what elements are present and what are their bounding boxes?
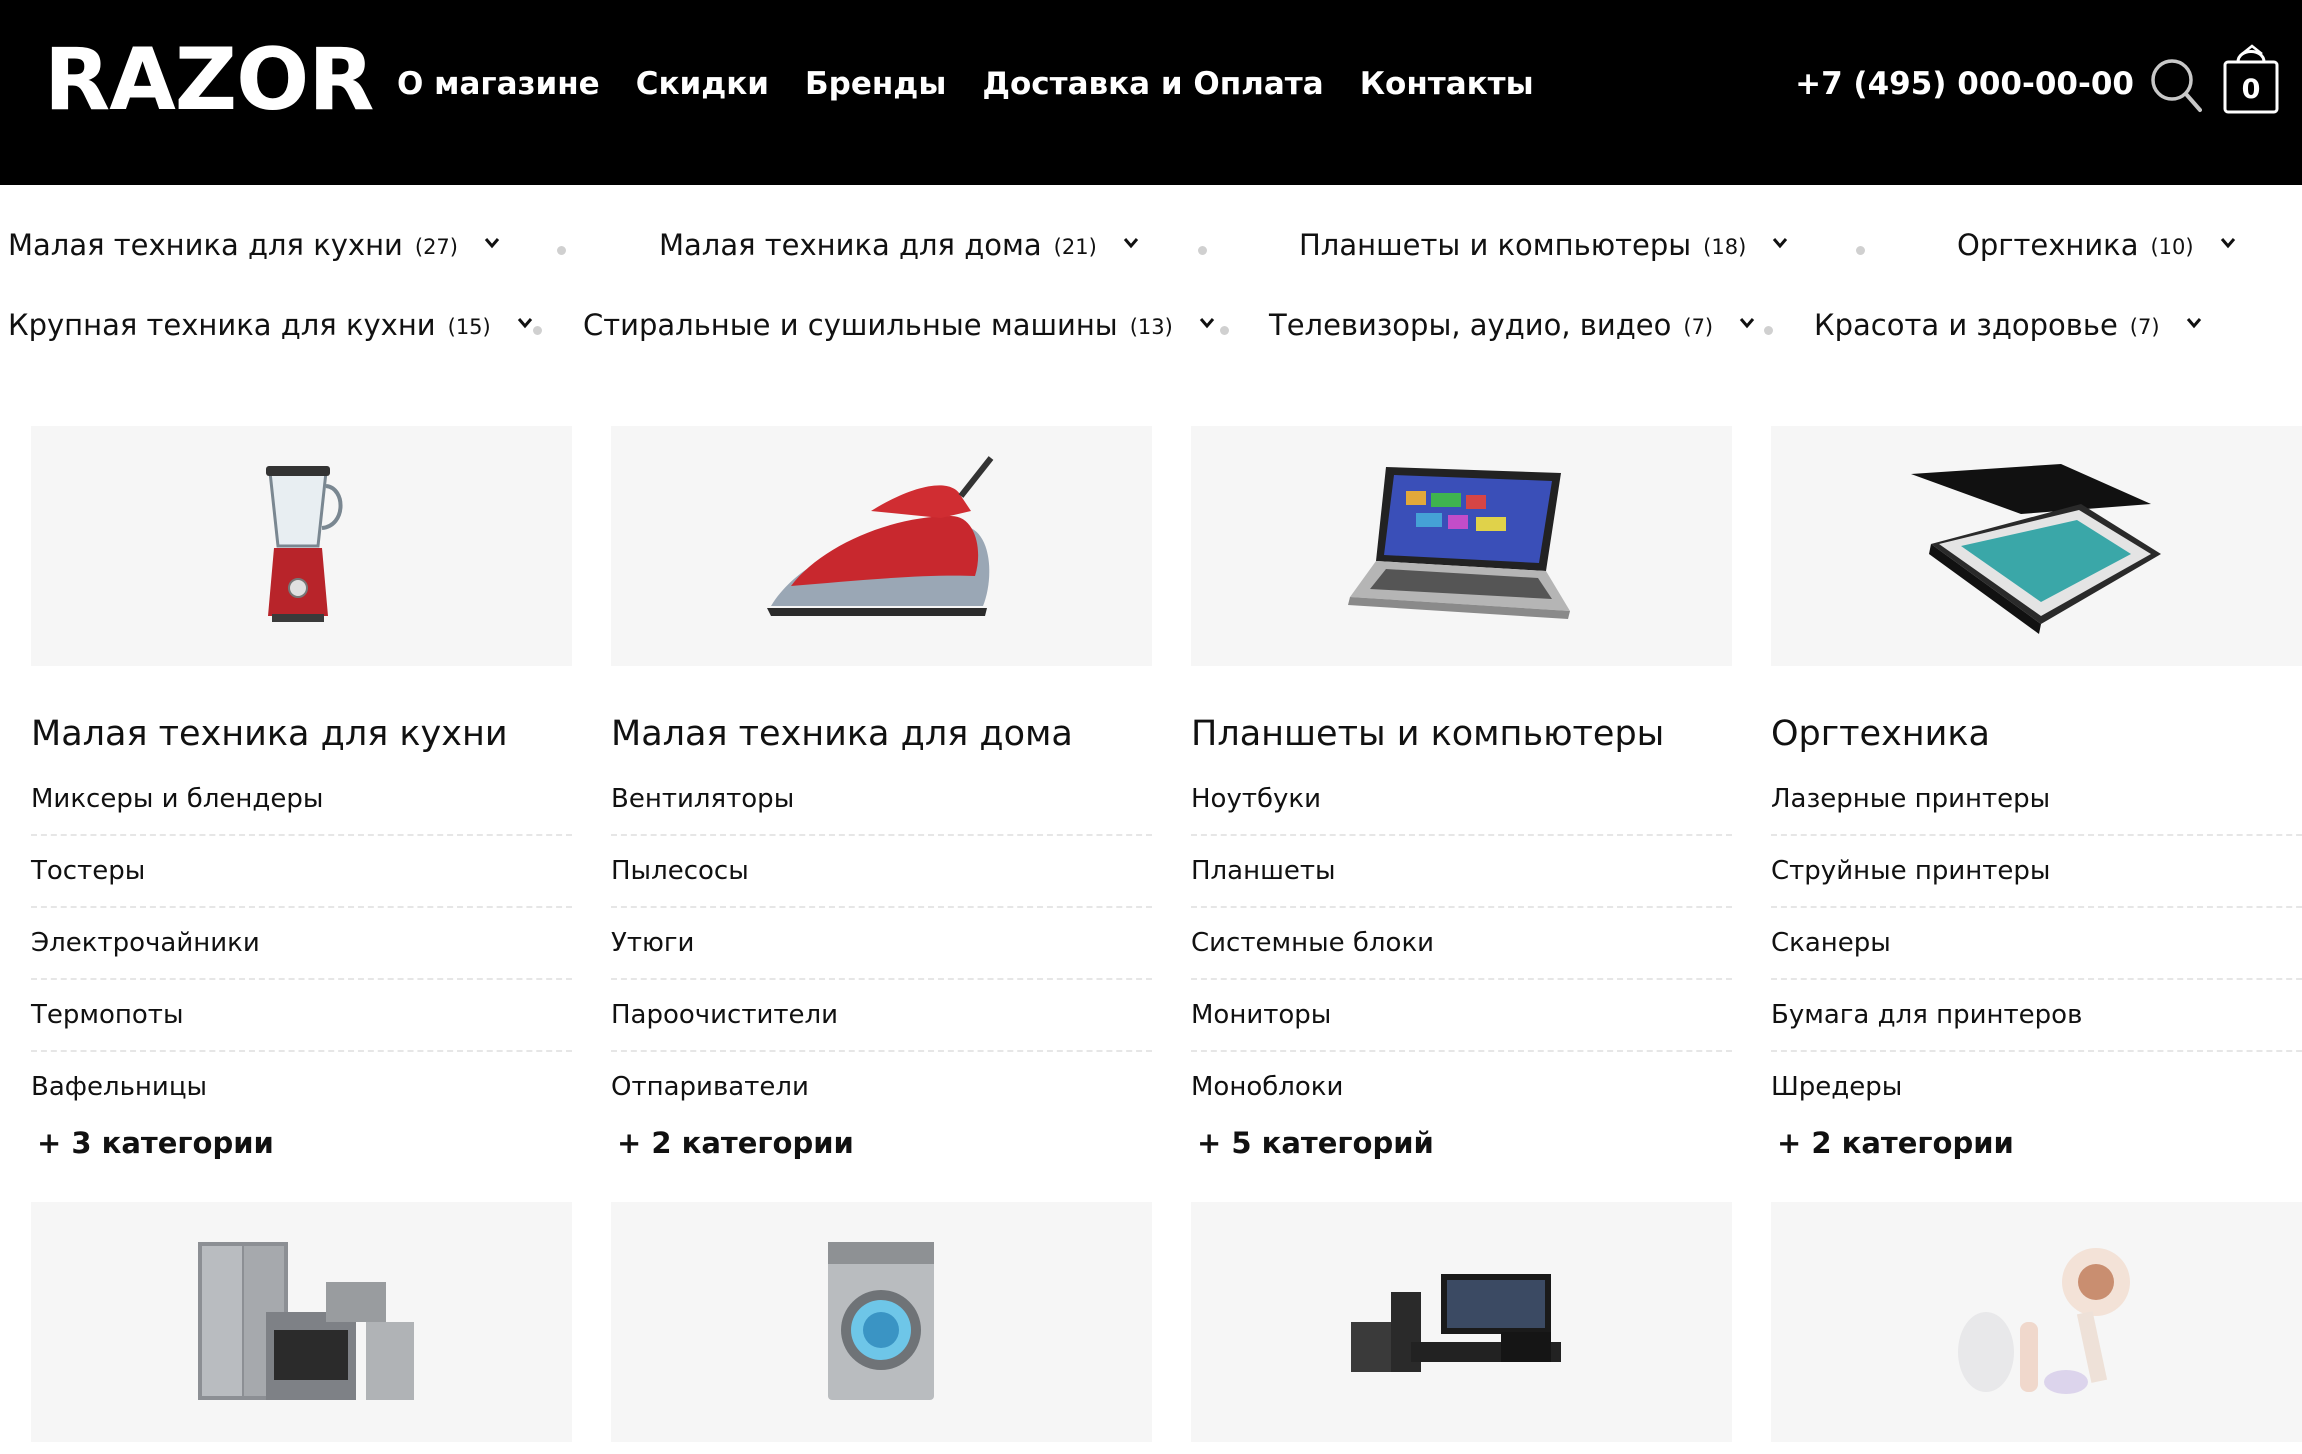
filter-count: (21) (1053, 235, 1097, 259)
nav-contacts[interactable]: Контакты (1360, 66, 1534, 102)
filter-label: Малая техника для дома (659, 228, 1042, 262)
subcategory-link[interactable]: Термопоты (31, 980, 572, 1052)
separator-dot (557, 246, 566, 255)
nav-about[interactable]: О магазине (397, 66, 600, 102)
subcategory-link[interactable]: Тостеры (31, 836, 572, 908)
category-image[interactable] (31, 1202, 572, 1442)
category-image[interactable] (1771, 426, 2302, 666)
separator-dot (1220, 326, 1229, 335)
subcategory-link[interactable]: Пылесосы (611, 836, 1152, 908)
chevron-down-icon (484, 235, 500, 251)
subcategory-link[interactable]: Мониторы (1191, 980, 1732, 1052)
more-categories-link[interactable]: + 2 категории (1777, 1126, 2014, 1160)
subcategory-link[interactable]: Вентиляторы (611, 764, 1152, 836)
subcategory-link[interactable]: Ноутбуки (1191, 764, 1732, 836)
category-image[interactable] (611, 426, 1152, 666)
filter-count: (18) (1703, 235, 1747, 259)
separator-dot (1856, 246, 1865, 255)
category-title[interactable]: Малая техника для кухни (31, 714, 508, 754)
site-header: RAZOR О магазине Скидки Бренды Доставка … (0, 0, 2302, 185)
filter-label: Оргтехника (1957, 228, 2139, 262)
filter-beauty-health[interactable]: Красота и здоровье (7) (1814, 308, 2202, 342)
subcategory-link[interactable]: Планшеты (1191, 836, 1732, 908)
category-image[interactable] (1191, 1202, 1732, 1442)
subcategory-link[interactable]: Отпариватели (611, 1052, 1152, 1122)
cart-count: 0 (2241, 74, 2261, 105)
chevron-down-icon (517, 315, 533, 331)
scanner-icon (1911, 464, 2161, 634)
subcategory-link[interactable]: Миксеры и блендеры (31, 764, 572, 836)
filter-label: Малая техника для кухни (8, 228, 403, 262)
category-title[interactable]: Малая техника для дома (611, 714, 1073, 754)
chevron-down-icon (1739, 315, 1755, 331)
audio-video-icon (1351, 1274, 1561, 1372)
filter-washers-dryers[interactable]: Стиральные и сушильные машины (13) (583, 308, 1215, 342)
filter-count: (13) (1129, 315, 1173, 339)
hair-dryer-icon (1958, 1248, 2130, 1394)
subcategory-link[interactable]: Утюги (611, 908, 1152, 980)
filter-label: Крупная техника для кухни (8, 308, 436, 342)
separator-dot (1764, 326, 1773, 335)
nav-delivery[interactable]: Доставка и Оплата (982, 66, 1323, 102)
laptop-icon (1348, 467, 1570, 619)
more-categories-link[interactable]: + 2 категории (617, 1126, 854, 1160)
separator-dot (1198, 246, 1207, 255)
filter-count: (10) (2150, 235, 2194, 259)
main-nav: О магазине Скидки Бренды Доставка и Опла… (397, 66, 1534, 102)
blender-icon (266, 466, 343, 622)
chevron-down-icon (1123, 235, 1139, 251)
more-categories-link[interactable]: + 3 категории (37, 1126, 274, 1160)
kitchen-appliances-icon (198, 1242, 414, 1400)
search-icon[interactable] (2150, 58, 2202, 114)
chevron-down-icon (1199, 315, 1215, 331)
subcategory-link[interactable]: Электрочайники (31, 908, 572, 980)
filter-large-kitchen[interactable]: Крупная техника для кухни (15) (8, 308, 533, 342)
category-title[interactable]: Планшеты и компьютеры (1191, 714, 1664, 754)
filter-count: (7) (2129, 315, 2160, 339)
chevron-down-icon (1772, 235, 1788, 251)
filter-label: Стиральные и сушильные машины (583, 308, 1118, 342)
subcategory-link[interactable]: Пароочистители (611, 980, 1152, 1052)
filter-small-kitchen[interactable]: Малая техника для кухни (27) (8, 228, 500, 262)
filter-office-equipment[interactable]: Оргтехника (10) (1957, 228, 2236, 262)
nav-brands[interactable]: Бренды (805, 66, 946, 102)
phone-number[interactable]: +7 (495) 000-00-00 (1795, 66, 2134, 102)
separator-dot (533, 326, 542, 335)
subcategory-link[interactable]: Сканеры (1771, 908, 2302, 980)
category-image[interactable] (1771, 1202, 2302, 1442)
filter-label: Красота и здоровье (1814, 308, 2118, 342)
iron-icon (767, 456, 994, 616)
subcategory-link[interactable]: Системные блоки (1191, 908, 1732, 980)
category-image[interactable] (31, 426, 572, 666)
filter-label: Телевизоры, аудио, видео (1269, 308, 1672, 342)
chevron-down-icon (2220, 235, 2236, 251)
category-image[interactable] (1191, 426, 1732, 666)
site-logo[interactable]: RAZOR (44, 30, 374, 130)
filter-count: (15) (447, 315, 491, 339)
subcategory-link[interactable]: Лазерные принтеры (1771, 764, 2302, 836)
subcategory-link[interactable]: Вафельницы (31, 1052, 572, 1122)
filter-label: Планшеты и компьютеры (1299, 228, 1692, 262)
filter-count: (7) (1683, 315, 1714, 339)
subcategory-link[interactable]: Бумага для принтеров (1771, 980, 2302, 1052)
nav-discounts[interactable]: Скидки (636, 66, 769, 102)
cart-button[interactable]: 0 (2222, 44, 2280, 116)
washing-machine-icon (828, 1242, 934, 1400)
chevron-down-icon (2186, 315, 2202, 331)
filter-small-home[interactable]: Малая техника для дома (21) (659, 228, 1139, 262)
category-title[interactable]: Оргтехника (1771, 714, 1990, 754)
category-image[interactable] (611, 1202, 1152, 1442)
subcategory-link[interactable]: Шредеры (1771, 1052, 2302, 1122)
filter-count: (27) (414, 235, 458, 259)
more-categories-link[interactable]: + 5 категорий (1197, 1126, 1434, 1160)
subcategory-link[interactable]: Струйные принтеры (1771, 836, 2302, 908)
filter-tablets-computers[interactable]: Планшеты и компьютеры (18) (1299, 228, 1788, 262)
filter-tv-audio-video[interactable]: Телевизоры, аудио, видео (7) (1269, 308, 1755, 342)
subcategory-link[interactable]: Моноблоки (1191, 1052, 1732, 1122)
